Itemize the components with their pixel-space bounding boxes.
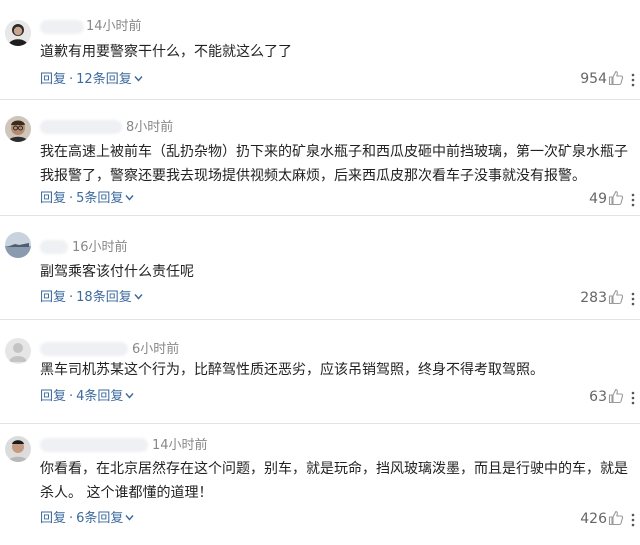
vertical-dots-icon[interactable] bbox=[630, 390, 636, 405]
like-count: 49 bbox=[589, 191, 607, 207]
chevron-down-icon[interactable] bbox=[134, 72, 143, 88]
avatar[interactable] bbox=[5, 338, 31, 364]
avatar[interactable] bbox=[5, 232, 31, 258]
vertical-dots-icon[interactable] bbox=[630, 291, 636, 306]
comment-text: 副驾乘客该付什么责任呢 bbox=[40, 264, 194, 280]
reply-button[interactable]: 回复 bbox=[40, 290, 66, 306]
chevron-down-icon[interactable] bbox=[125, 389, 134, 405]
view-replies-button[interactable]: 6条回复 bbox=[76, 511, 123, 527]
comment-time: 6小时前 bbox=[132, 342, 180, 357]
view-replies-button[interactable]: 12条回复 bbox=[76, 72, 132, 88]
thumbs-up-icon[interactable] bbox=[608, 190, 624, 206]
view-replies-button[interactable]: 5条回复 bbox=[76, 191, 123, 207]
separator: · bbox=[69, 191, 74, 206]
comment-actions: 回复 · 18条回复 bbox=[40, 290, 143, 306]
thumbs-up-icon[interactable] bbox=[608, 70, 624, 86]
separator: · bbox=[69, 511, 74, 526]
username[interactable] bbox=[40, 20, 84, 34]
comment-time: 14小时前 bbox=[152, 438, 208, 453]
comment-text: 黑车司机苏某这个行为，比醉驾性质还恶劣，应该吊销驾照，终身不得考取驾照。 bbox=[40, 362, 544, 378]
comment-item: 14小时前 道歉有用要警察干什么，不能就这么了了 回复 · 12条回复 954 bbox=[0, 0, 640, 100]
comment-text: 我在高速上被前车（乱扔杂物）扔下来的矿泉水瓶子和西瓜皮砸中前挡玻璃，第一次矿泉水… bbox=[40, 144, 628, 184]
comment-time: 16小时前 bbox=[72, 240, 128, 255]
chevron-down-icon[interactable] bbox=[125, 511, 134, 527]
reply-button[interactable]: 回复 bbox=[40, 389, 66, 405]
comment-item: 14小时前 你看看，在北京居然存在这个问题，别车，就是玩命，挡风玻璃泼墨，而且是… bbox=[0, 424, 640, 545]
comment-time: 14小时前 bbox=[86, 19, 142, 34]
username[interactable] bbox=[40, 342, 128, 356]
comment-text: 你看看，在北京居然存在这个问题，别车，就是玩命，挡风玻璃泼墨，而且是行驶中的车，… bbox=[40, 461, 628, 501]
like-count: 283 bbox=[580, 290, 607, 306]
comment-actions: 回复 · 12条回复 bbox=[40, 72, 143, 88]
comment-actions: 回复 · 4条回复 bbox=[40, 389, 134, 405]
avatar[interactable] bbox=[5, 436, 31, 462]
reply-button[interactable]: 回复 bbox=[40, 511, 66, 527]
chevron-down-icon[interactable] bbox=[125, 191, 134, 207]
comment-time: 8小时前 bbox=[126, 120, 174, 135]
reply-button[interactable]: 回复 bbox=[40, 72, 66, 88]
like-count: 63 bbox=[589, 389, 607, 405]
reply-button[interactable]: 回复 bbox=[40, 191, 66, 207]
avatar[interactable] bbox=[5, 116, 31, 142]
separator: · bbox=[69, 72, 74, 87]
thumbs-up-icon[interactable] bbox=[608, 289, 624, 305]
vertical-dots-icon[interactable] bbox=[630, 512, 636, 527]
comment-item: 6小时前 黑车司机苏某这个行为，比醉驾性质还恶劣，应该吊销驾照，终身不得考取驾照… bbox=[0, 320, 640, 424]
chevron-down-icon[interactable] bbox=[134, 290, 143, 306]
thumbs-up-icon[interactable] bbox=[608, 510, 624, 526]
thumbs-up-icon[interactable] bbox=[608, 388, 624, 404]
username[interactable] bbox=[40, 240, 68, 254]
username[interactable] bbox=[40, 438, 148, 452]
comment-item: 8小时前 我在高速上被前车（乱扔杂物）扔下来的矿泉水瓶子和西瓜皮砸中前挡玻璃，第… bbox=[0, 100, 640, 216]
avatar[interactable] bbox=[5, 20, 31, 46]
vertical-dots-icon[interactable] bbox=[630, 72, 636, 87]
username[interactable] bbox=[40, 120, 122, 134]
view-replies-button[interactable]: 18条回复 bbox=[76, 290, 132, 306]
like-count: 954 bbox=[580, 71, 607, 87]
comment-actions: 回复 · 5条回复 bbox=[40, 191, 134, 207]
vertical-dots-icon[interactable] bbox=[630, 192, 636, 207]
comment-actions: 回复 · 6条回复 bbox=[40, 511, 134, 527]
view-replies-button[interactable]: 4条回复 bbox=[76, 389, 123, 405]
like-count: 426 bbox=[580, 511, 607, 527]
comment-item: 16小时前 副驾乘客该付什么责任呢 回复 · 18条回复 283 bbox=[0, 216, 640, 320]
separator: · bbox=[69, 389, 74, 404]
separator: · bbox=[69, 290, 74, 305]
comment-text: 道歉有用要警察干什么，不能就这么了了 bbox=[40, 44, 292, 60]
